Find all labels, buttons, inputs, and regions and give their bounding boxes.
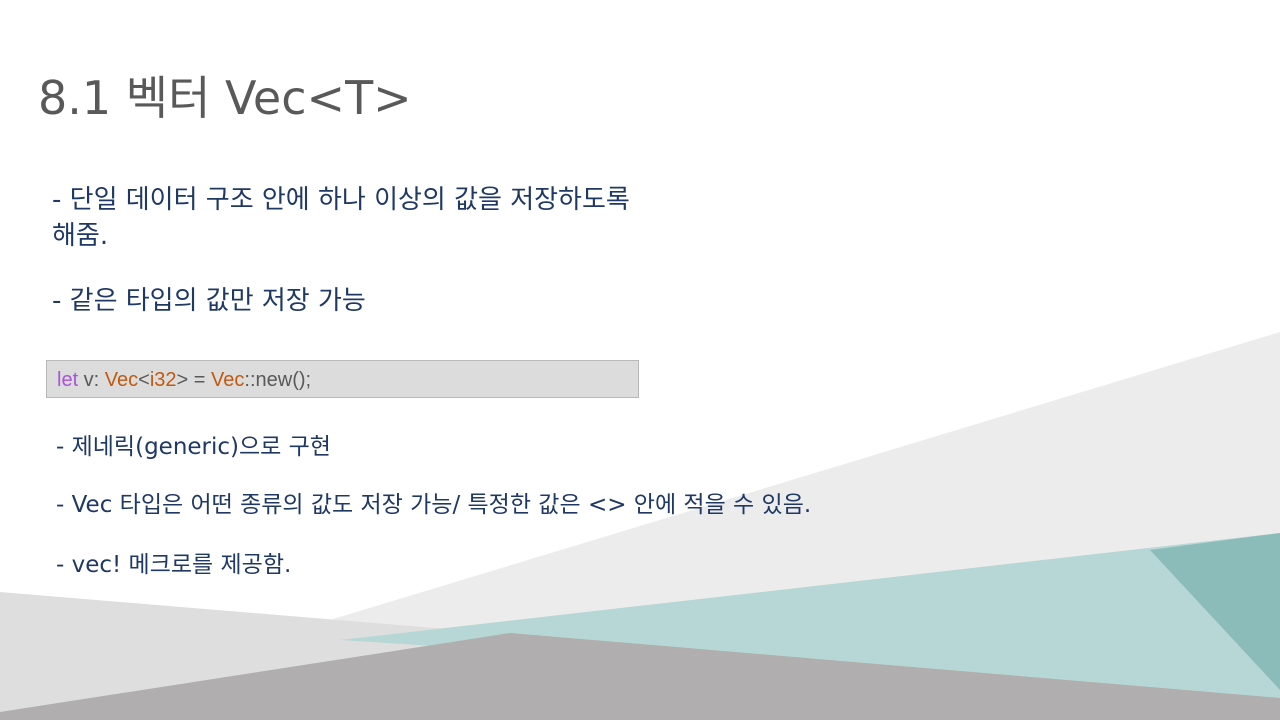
code-token: v: — [78, 369, 105, 391]
code-type-i32: i32 — [149, 369, 177, 391]
slide-title: 8.1 벡터 Vec<T> — [38, 71, 412, 125]
bullet-same-type: - 같은 타입의 값만 저장 가능 — [52, 286, 366, 316]
bullet-generic: - 제네릭(generic)으로 구현 — [56, 434, 331, 460]
code-token: < — [138, 369, 150, 391]
bullet-line: - 단일 데이터 구조 안에 하나 이상의 값을 저장하도록 — [52, 185, 630, 215]
bullet-vec-macro: - vec! 메크로를 제공함. — [56, 552, 292, 578]
code-snippet: let v: Vec<i32> = Vec::new(); — [46, 360, 639, 398]
code-type-vec: Vec — [211, 369, 245, 391]
bullet-vec-type: - Vec 타입은 어떤 종류의 값도 저장 가능/ 특정한 값은 <> 안에 … — [56, 492, 812, 518]
code-keyword-let: let — [57, 369, 79, 391]
code-type-vec: Vec — [104, 369, 139, 391]
code-token: ::new(); — [244, 369, 312, 391]
code-token: > = — [176, 369, 212, 391]
bullet-line-continued: 해줌. — [52, 221, 109, 251]
bullet-single-structure: - 단일 데이터 구조 안에 하나 이상의 값을 저장하도록 해줌. — [52, 182, 630, 254]
